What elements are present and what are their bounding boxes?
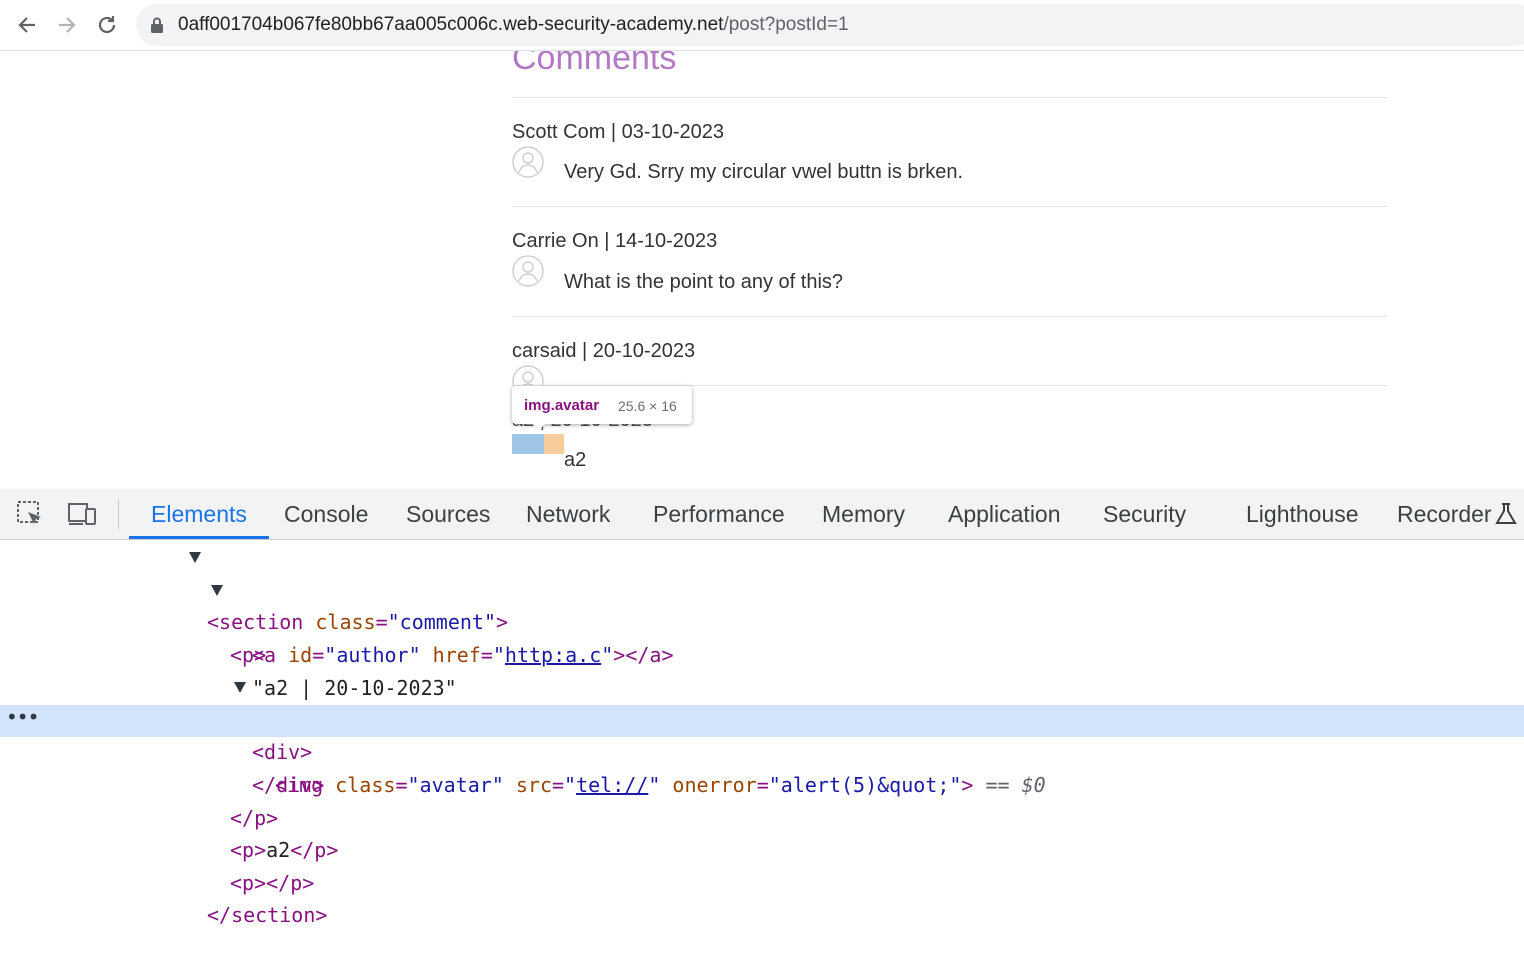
comment-body: Very Gd. Srry my circular vwel buttn is … <box>564 161 964 183</box>
divider <box>512 97 1387 98</box>
tooltip-dimensions: 25.6 × 16 <box>618 398 677 414</box>
comment-body: a2 <box>564 449 587 471</box>
device-toolbar-button[interactable] <box>67 499 97 529</box>
comments-heading: Comments <box>512 51 677 77</box>
dom-node-p[interactable]: <p> <box>0 575 1524 667</box>
browser-toolbar: 0aff001704b067fe80bb67aa005c006c.web-sec… <box>0 0 1524 51</box>
tab-network[interactable]: Network <box>526 489 610 539</box>
tab-console[interactable]: Console <box>284 489 368 539</box>
dom-node-section[interactable]: <section class="comment"> <box>0 542 1524 634</box>
element-highlight-margin <box>544 434 564 454</box>
comment-header: Scott Com | 03-10-2023 <box>512 121 724 143</box>
url-host: 0aff001704b067fe80bb67aa005c006c.web-sec… <box>178 14 724 35</box>
avatar-icon <box>512 255 544 287</box>
more-options-icon[interactable]: ••• <box>6 701 39 733</box>
back-button[interactable] <box>14 12 40 38</box>
element-highlight-content <box>512 434 544 454</box>
arrow-left-icon <box>18 17 35 33</box>
tooltip-selector: img.avatar <box>524 397 600 414</box>
page-content: Comments Scott Com | 03-10-2023 Very Gd.… <box>0 51 1524 489</box>
arrow-right-icon <box>59 17 76 33</box>
dom-node-section-close[interactable]: </section> <box>0 867 1524 927</box>
expand-triangle-icon[interactable] <box>234 682 246 693</box>
tag-name: </section> <box>207 903 328 927</box>
forward-button[interactable] <box>54 12 80 38</box>
tab-elements[interactable]: Elements <box>129 489 269 539</box>
reload-button[interactable] <box>94 12 120 38</box>
comment-header: carsaid | 20-10-2023 <box>512 340 696 362</box>
tab-security[interactable]: Security <box>1103 489 1186 539</box>
flask-icon <box>1495 503 1517 524</box>
url-path: /post?postId=1 <box>723 14 849 35</box>
comment-header: Carrie On | 14-10-2023 <box>512 230 718 252</box>
expand-triangle-icon[interactable] <box>211 585 223 596</box>
dom-node-p-empty[interactable]: <p></p> <box>0 835 1524 895</box>
expand-triangle-icon[interactable] <box>189 552 201 563</box>
avatar-icon <box>512 146 544 178</box>
toolbar-separator <box>118 499 119 529</box>
tab-recorder[interactable]: Recorder <box>1397 489 1492 539</box>
tab-sources[interactable]: Sources <box>406 489 490 539</box>
dom-node-img-selected[interactable]: ••• <img class="avatar" src="tel://" one… <box>0 705 1524 797</box>
divider <box>512 206 1387 207</box>
tab-performance[interactable]: Performance <box>653 489 785 539</box>
tooltip-arrow <box>532 423 546 430</box>
url-text: 0aff001704b067fe80bb67aa005c006c.web-sec… <box>178 14 849 36</box>
dom-node-p-a2[interactable]: <p>a2</p> <box>0 802 1524 862</box>
select-element-icon <box>17 501 41 524</box>
divider <box>512 316 1387 317</box>
dom-node-a[interactable]: <a id="author" href="http:a.c"></a> <box>0 607 1524 667</box>
dom-node-p-close[interactable]: </p> <box>0 770 1524 830</box>
inspect-element-button[interactable] <box>15 499 45 529</box>
comment-body: What is the point to any of this? <box>564 271 844 293</box>
dom-node-div[interactable]: <div> <box>0 672 1524 764</box>
tab-lighthouse[interactable]: Lighthouse <box>1246 489 1359 539</box>
dom-tree: <section class="comment"> <p> <a id="aut… <box>0 540 1524 927</box>
devtools-tabbar: Elements Console Sources Network Perform… <box>0 489 1524 540</box>
reload-icon <box>98 16 116 34</box>
device-icon <box>68 503 96 525</box>
dom-node-div-close[interactable]: </div> <box>0 737 1524 797</box>
tab-memory[interactable]: Memory <box>822 489 905 539</box>
tab-application[interactable]: Application <box>948 489 1061 539</box>
lock-icon <box>151 17 163 33</box>
address-bar[interactable]: 0aff001704b067fe80bb67aa005c006c.web-sec… <box>136 4 1524 46</box>
inspect-tooltip: img.avatar 25.6 × 16 <box>512 386 692 430</box>
dom-text-node[interactable]: "a2 | 20-10-2023" <box>0 640 1524 700</box>
